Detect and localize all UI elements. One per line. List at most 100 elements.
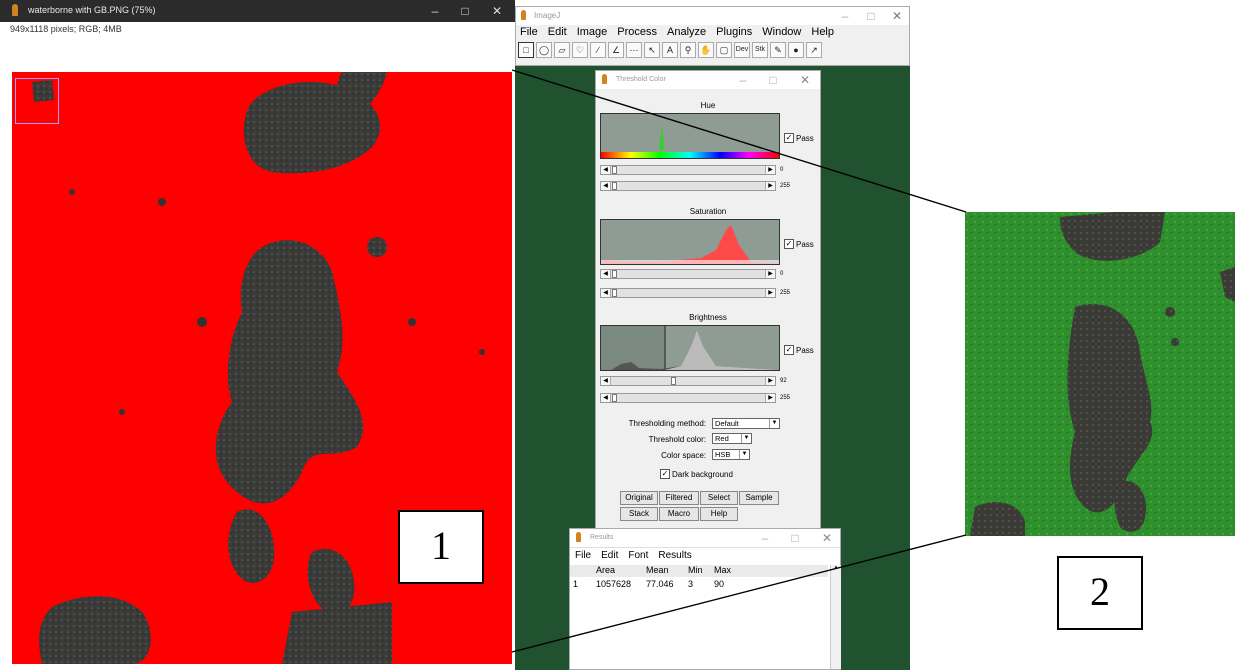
help-button[interactable]: Help: [700, 507, 738, 521]
saturation-min-value: 0: [780, 271, 784, 277]
slider-left-arrow-icon[interactable]: ◀: [601, 394, 611, 402]
slider-thumb[interactable]: [671, 377, 676, 385]
dropper-icon[interactable]: ●: [788, 42, 804, 58]
magnifier-icon[interactable]: ⚲: [680, 42, 696, 58]
hue-pass-checkbox[interactable]: ✓ Pass: [784, 133, 814, 143]
saturation-pass-checkbox[interactable]: ✓ Pass: [784, 239, 814, 249]
column-header-min[interactable]: Min: [688, 565, 703, 575]
slider-thumb[interactable]: [612, 270, 617, 278]
point-tool-icon[interactable]: ⋯: [626, 42, 642, 58]
imagej-titlebar[interactable]: ImageJ – □ ✕: [516, 7, 909, 25]
slider-right-arrow-icon[interactable]: ▶: [765, 182, 775, 190]
thresholding-method-select[interactable]: Default ▼: [712, 418, 780, 429]
slider-thumb[interactable]: [612, 182, 617, 190]
menu-window[interactable]: Window: [762, 26, 801, 38]
menu-plugins[interactable]: Plugins: [716, 26, 752, 38]
slider-left-arrow-icon[interactable]: ◀: [601, 377, 611, 385]
wand-tool-icon[interactable]: ↖: [644, 42, 660, 58]
close-icon[interactable]: ✕: [816, 529, 838, 547]
column-header-max[interactable]: Max: [714, 565, 731, 575]
macro-button[interactable]: Macro: [659, 507, 699, 521]
rectangle-tool-icon[interactable]: □: [518, 42, 534, 58]
slider-right-arrow-icon[interactable]: ▶: [765, 166, 775, 174]
slider-right-arrow-icon[interactable]: ▶: [765, 377, 775, 385]
checkbox-icon: ✓: [660, 469, 670, 479]
polygon-tool-icon[interactable]: ▱: [554, 42, 570, 58]
close-icon[interactable]: ✕: [886, 7, 908, 25]
stack-button[interactable]: Stack: [620, 507, 658, 521]
maximize-icon[interactable]: □: [762, 71, 784, 89]
results-scrollbar[interactable]: ▲: [830, 565, 841, 669]
cell-area: 1057628: [596, 579, 632, 589]
results-menu-font[interactable]: Font: [628, 550, 648, 561]
scroll-up-arrow-icon[interactable]: ▲: [831, 565, 841, 571]
oval-tool-icon[interactable]: ◯: [536, 42, 552, 58]
stk-tool-icon[interactable]: Stk: [752, 42, 768, 58]
slider-left-arrow-icon[interactable]: ◀: [601, 166, 611, 174]
threshold-color-titlebar[interactable]: Threshold Color – □ ✕: [596, 71, 820, 89]
roi-selection[interactable]: [15, 78, 59, 124]
imagej-title: ImageJ: [534, 11, 561, 20]
close-icon[interactable]: ✕: [486, 2, 508, 20]
sample-button[interactable]: Sample: [739, 491, 779, 505]
slider-right-arrow-icon[interactable]: ▶: [765, 394, 775, 402]
color-picker-icon[interactable]: ▢: [716, 42, 732, 58]
menu-process[interactable]: Process: [617, 26, 657, 38]
text-tool-icon[interactable]: A: [662, 42, 678, 58]
arrow-icon[interactable]: ↗: [806, 42, 822, 58]
minimize-icon[interactable]: –: [754, 529, 776, 547]
maximize-icon[interactable]: □: [784, 529, 806, 547]
results-menu-file[interactable]: File: [575, 550, 591, 561]
results-menu-results[interactable]: Results: [658, 550, 691, 561]
hand-tool-icon[interactable]: ✋: [698, 42, 714, 58]
column-header-area[interactable]: Area: [596, 565, 615, 575]
maximize-icon[interactable]: □: [454, 2, 476, 20]
slider-right-arrow-icon[interactable]: ▶: [765, 289, 775, 297]
minimize-icon[interactable]: –: [424, 2, 446, 20]
brightness-min-slider[interactable]: ◀ ▶: [600, 376, 776, 386]
maximize-icon[interactable]: □: [860, 7, 882, 25]
color-space-select[interactable]: HSB ▼: [712, 449, 750, 460]
saturation-max-slider[interactable]: ◀ ▶: [600, 288, 776, 298]
angle-tool-icon[interactable]: ∠: [608, 42, 624, 58]
original-button[interactable]: Original: [620, 491, 658, 505]
threshold-color-select[interactable]: Red ▼: [712, 433, 752, 444]
chevron-down-icon: ▼: [769, 419, 779, 428]
freehand-tool-icon[interactable]: ♡: [572, 42, 588, 58]
line-tool-icon[interactable]: ∕: [590, 42, 606, 58]
pencil-icon[interactable]: ✎: [770, 42, 786, 58]
saturation-max-value: 255: [780, 290, 791, 296]
slider-right-arrow-icon[interactable]: ▶: [765, 270, 775, 278]
menu-help[interactable]: Help: [811, 26, 834, 38]
filtered-button[interactable]: Filtered: [659, 491, 699, 505]
close-icon[interactable]: ✕: [794, 71, 816, 89]
menu-file[interactable]: File: [520, 26, 538, 38]
brightness-max-slider[interactable]: ◀ ▶: [600, 393, 776, 403]
results-titlebar[interactable]: Results – □ ✕: [570, 529, 840, 548]
brightness-pass-checkbox[interactable]: ✓ Pass: [784, 345, 814, 355]
brightness-label: Brightness: [689, 313, 727, 322]
hue-max-slider[interactable]: ◀ ▶: [600, 181, 776, 191]
hue-min-slider[interactable]: ◀ ▶: [600, 165, 776, 175]
dev-tool-icon[interactable]: Dev: [734, 42, 750, 58]
image-window-titlebar[interactable]: waterborne with GB.PNG (75%) – □ ✕: [0, 0, 515, 22]
dark-background-checkbox[interactable]: ✓ Dark background: [660, 469, 733, 479]
slider-thumb[interactable]: [612, 394, 617, 402]
column-header-mean[interactable]: Mean: [646, 565, 669, 575]
threshold-color-dialog: Threshold Color – □ ✕ Hue ✓ Pass ◀ ▶ 0 ◀ ▶ …: [595, 70, 821, 530]
table-row[interactable]: 1 1057628 77.046 3 90: [570, 579, 828, 591]
slider-left-arrow-icon[interactable]: ◀: [601, 289, 611, 297]
minimize-icon[interactable]: –: [834, 7, 856, 25]
slider-left-arrow-icon[interactable]: ◀: [601, 182, 611, 190]
brightness-histogram: [600, 325, 780, 371]
select-button[interactable]: Select: [700, 491, 738, 505]
minimize-icon[interactable]: –: [732, 71, 754, 89]
slider-thumb[interactable]: [612, 289, 617, 297]
menu-analyze[interactable]: Analyze: [667, 26, 706, 38]
results-menu-edit[interactable]: Edit: [601, 550, 618, 561]
menu-edit[interactable]: Edit: [548, 26, 567, 38]
slider-left-arrow-icon[interactable]: ◀: [601, 270, 611, 278]
saturation-min-slider[interactable]: ◀ ▶: [600, 269, 776, 279]
slider-thumb[interactable]: [612, 166, 617, 174]
menu-image[interactable]: Image: [577, 26, 608, 38]
